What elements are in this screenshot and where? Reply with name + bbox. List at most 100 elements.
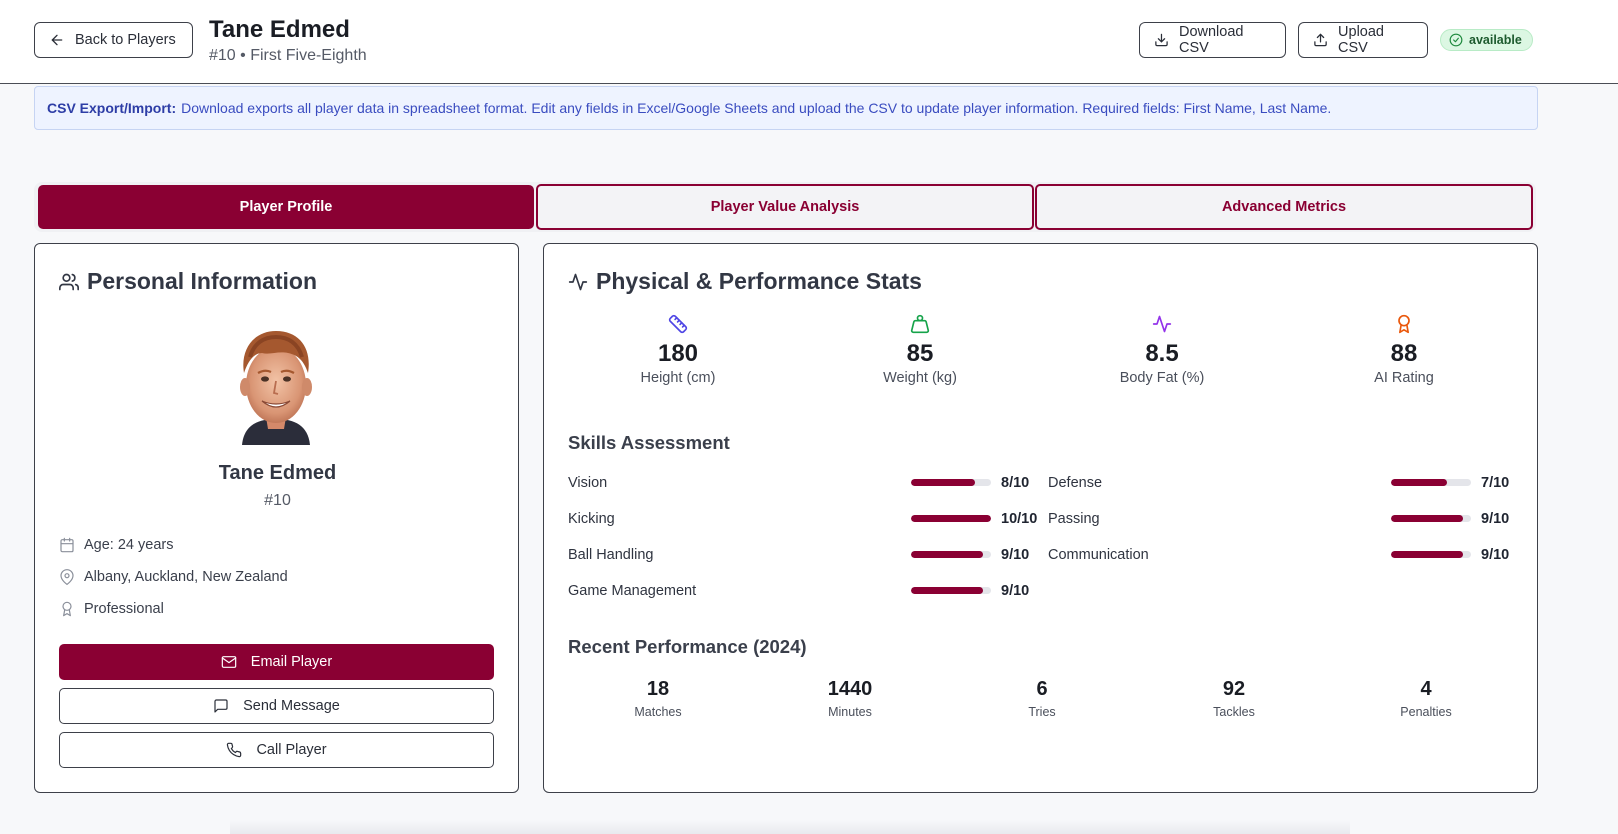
recent-performance-heading: Recent Performance (2024) xyxy=(568,636,807,657)
skill-row: Game Management 9/10 xyxy=(568,581,1038,601)
perf-penalties: 4 Penalties xyxy=(1351,678,1501,719)
personal-information-heading: Personal Information xyxy=(59,268,317,295)
skill-score: 9/10 xyxy=(1001,583,1030,599)
skill-bar-fill xyxy=(911,479,975,486)
skills-assessment-heading: Skills Assessment xyxy=(568,432,730,453)
skill-row: Kicking 10/10 xyxy=(568,509,1038,529)
map-pin-icon xyxy=(60,569,74,585)
download-icon xyxy=(1155,33,1168,47)
perf-minutes: 1440 Minutes xyxy=(775,678,925,719)
banner-title: CSV Export/Import: xyxy=(47,100,177,116)
back-button-label: Back to Players xyxy=(75,32,176,48)
message-square-icon xyxy=(214,699,228,713)
physical-performance-card: Physical & Performance Stats 180 Height … xyxy=(543,243,1538,793)
activity-icon xyxy=(568,273,588,290)
tab-advanced-metrics[interactable]: Advanced Metrics xyxy=(1035,184,1533,230)
skill-score: 9/10 xyxy=(1481,511,1510,527)
perf-tackles: 92 Tackles xyxy=(1159,678,1309,719)
skill-bar xyxy=(911,587,991,594)
matches-label: Matches xyxy=(634,705,682,719)
email-player-label: Email Player xyxy=(250,654,333,670)
award-icon xyxy=(62,601,72,617)
skill-bar-fill xyxy=(1391,515,1463,522)
penalties-label: Penalties xyxy=(1400,705,1452,719)
skill-name: Passing xyxy=(1048,511,1100,527)
skill-bar-fill xyxy=(911,587,983,594)
csv-info-banner: CSV Export/Import: Download exports all … xyxy=(34,86,1538,130)
skill-row: Ball Handling 9/10 xyxy=(568,545,1038,565)
player-number: #10 xyxy=(264,492,291,509)
penalties-value: 4 xyxy=(1420,678,1432,700)
tab-player-value-analysis[interactable]: Player Value Analysis xyxy=(536,184,1034,230)
upload-icon xyxy=(1314,33,1327,47)
level-row: Professional xyxy=(59,601,164,617)
email-player-button[interactable]: Email Player xyxy=(59,644,494,680)
calendar-icon xyxy=(60,537,74,553)
minutes-value: 1440 xyxy=(827,678,873,700)
skill-bar xyxy=(911,479,991,486)
age-text: Age: 24 years xyxy=(84,537,174,553)
stat-ai-rating: 88 AI Rating xyxy=(1304,314,1504,386)
height-label: Height (cm) xyxy=(640,370,716,386)
skill-score: 8/10 xyxy=(1001,475,1030,491)
call-player-button[interactable]: Call Player xyxy=(59,732,494,768)
skill-row: Vision 8/10 xyxy=(568,473,1038,493)
level-text: Professional xyxy=(84,601,164,617)
skill-score: 10/10 xyxy=(1001,511,1038,527)
banner-text: Download exports all player data in spre… xyxy=(181,100,1332,116)
tries-label: Tries xyxy=(1028,705,1056,719)
personal-information-title: Personal Information xyxy=(87,268,318,294)
arrow-left-icon xyxy=(51,34,63,46)
skill-row: Passing 9/10 xyxy=(1048,509,1518,529)
download-csv-label: Download CSV xyxy=(1178,24,1244,56)
call-player-label: Call Player xyxy=(256,742,327,758)
check-circle-icon xyxy=(1449,33,1463,47)
location-row: Albany, Auckland, New Zealand xyxy=(59,569,288,585)
users-icon xyxy=(59,273,79,290)
skill-name: Kicking xyxy=(568,511,615,527)
skill-bar-fill xyxy=(911,515,991,522)
send-message-button[interactable]: Send Message xyxy=(59,688,494,724)
page-bottom-shadow xyxy=(230,820,1350,834)
perf-tries: 6 Tries xyxy=(967,678,1117,719)
skill-bar xyxy=(1391,515,1471,522)
skill-bar xyxy=(911,551,991,558)
page-header: Back to Players Tane Edmed #10 • First F… xyxy=(0,0,1618,84)
ruler-icon xyxy=(668,314,688,334)
matches-value: 18 xyxy=(646,678,670,700)
skill-name: Communication xyxy=(1048,547,1149,563)
phone-icon xyxy=(227,742,242,758)
skill-bar xyxy=(1391,551,1471,558)
ai-rating-value: 88 xyxy=(1390,340,1418,367)
weight-label: Weight (kg) xyxy=(883,370,957,386)
skill-bar xyxy=(1391,479,1471,486)
tackles-value: 92 xyxy=(1222,678,1246,700)
skill-bar xyxy=(911,515,991,522)
download-csv-button[interactable]: Download CSV xyxy=(1139,22,1286,58)
upload-csv-button[interactable]: Upload CSV xyxy=(1298,22,1428,58)
skill-score: 9/10 xyxy=(1481,547,1510,563)
back-to-players-button[interactable]: Back to Players xyxy=(34,22,193,58)
skill-bar-fill xyxy=(1391,479,1447,486)
ai-rating-label: AI Rating xyxy=(1374,370,1434,386)
activity-icon xyxy=(1152,315,1172,333)
physical-performance-title: Physical & Performance Stats xyxy=(596,268,922,294)
skill-row: Communication 9/10 xyxy=(1048,545,1518,565)
stat-height: 180 Height (cm) xyxy=(578,314,778,386)
stat-weight: 85 Weight (kg) xyxy=(820,314,1020,386)
skill-bar-fill xyxy=(1391,551,1463,558)
physical-performance-heading: Physical & Performance Stats xyxy=(568,268,922,295)
body-fat-label: Body Fat (%) xyxy=(1119,370,1205,386)
tries-value: 6 xyxy=(1036,678,1048,700)
upload-csv-label: Upload CSV xyxy=(1338,24,1384,56)
skill-score: 9/10 xyxy=(1001,547,1030,563)
skill-score: 7/10 xyxy=(1481,475,1510,491)
skill-bar-fill xyxy=(911,551,983,558)
tab-player-profile[interactable]: Player Profile xyxy=(38,185,534,229)
skill-name: Ball Handling xyxy=(568,547,654,563)
location-text: Albany, Auckland, New Zealand xyxy=(84,569,288,585)
personal-information-card: Personal Information Tane Edmed #10 Age:… xyxy=(34,243,519,793)
tackles-label: Tackles xyxy=(1213,705,1255,719)
skill-row: Defense 7/10 xyxy=(1048,473,1518,493)
player-photo xyxy=(228,321,324,445)
